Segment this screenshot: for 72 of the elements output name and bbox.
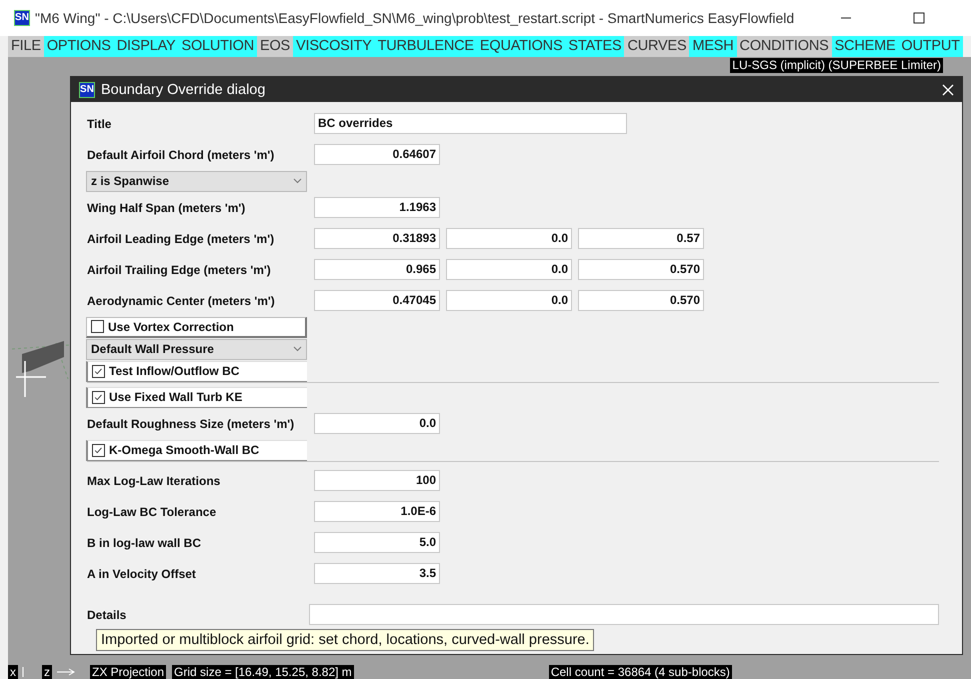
checkbox-square[interactable] (91, 320, 104, 333)
input-field[interactable]: 0.0 (446, 228, 572, 249)
menu-item[interactable]: CURVES (624, 36, 690, 57)
menu-item[interactable]: TURBULENCE (374, 36, 477, 57)
checkbox-square[interactable] (92, 390, 105, 404)
field-label: A in Velocity Offset (87, 566, 197, 580)
menu-item[interactable]: EOS (257, 36, 294, 57)
axis-icon (22, 666, 24, 676)
dialog-title: Boundary Override dialog (101, 82, 266, 98)
field-label: Airfoil Leading Edge (meters 'm') (87, 232, 276, 246)
input-field[interactable]: 0.965 (314, 259, 440, 280)
dropdown[interactable]: Default Wall Pressure (86, 338, 307, 360)
input-field[interactable]: 0.570 (578, 290, 704, 311)
input-field[interactable]: 0.47045 (314, 290, 440, 311)
menu-item[interactable]: VISCOSITY (293, 36, 375, 57)
menu-item[interactable]: DISPLAY (114, 36, 178, 57)
input-field[interactable]: 3.5 (314, 563, 440, 584)
menu-item[interactable]: MESH (689, 36, 737, 57)
chevron-icon (293, 178, 302, 184)
window-title: "M6 Wing" - C:\Users\CFD\Documents\EasyFlowfield_SN\M6_wing\prob\test_restart.script - SmartNumerics EasyFlowfield (35, 10, 796, 26)
menu-item[interactable]: SCHEME (832, 36, 898, 57)
input-field[interactable]: 0.570 (578, 259, 704, 280)
field-label: Default Airfoil Chord (meters 'm') (87, 148, 276, 162)
tooltip: Imported or multiblock airfoil grid: set chord, locations, curved-wall pressure. (96, 629, 594, 651)
field-label: Max Log-Law Iterations (87, 474, 222, 488)
field-label: Airfoil Trailing Edge (meters 'm') (87, 262, 272, 276)
dropdown[interactable]: z is Spanwise (86, 170, 307, 192)
field-label: Aerodynamic Center (meters 'm') (87, 294, 276, 308)
field-label: B in log-law wall BC (87, 536, 202, 550)
grid-size-label: Grid size = [16.49, 15.25, 8.82] m (172, 664, 354, 678)
input-field[interactable]: 0.57 (578, 228, 704, 249)
checkbox[interactable]: Use Vortex Correction (86, 316, 307, 338)
field-label: Log-Law BC Tolerance (87, 504, 218, 518)
input-field[interactable]: 0.64607 (314, 144, 440, 165)
projection-label: ZX Projection (90, 664, 166, 678)
input-field[interactable]: 0.0 (446, 290, 572, 311)
close-icon[interactable] (942, 84, 954, 96)
axis-label: z (42, 664, 52, 678)
checkbox-square[interactable] (92, 364, 105, 378)
field-label: Wing Half Span (meters 'm') (87, 200, 246, 214)
input-field[interactable] (309, 604, 939, 625)
app-logo: SN (14, 10, 30, 26)
menu-item[interactable]: CONDITIONS (736, 36, 832, 57)
cell-count-label: Cell count = 36864 (4 sub-blocks) (548, 664, 732, 678)
input-field[interactable]: 1.0E-6 (314, 501, 440, 522)
input-field[interactable]: 5.0 (314, 532, 440, 553)
menu-item[interactable]: OUTPUT (898, 36, 963, 57)
input-field[interactable]: 0.0 (446, 259, 572, 280)
axis-arrow-icon (56, 668, 76, 676)
scheme-label: LU-SGS (implicit) (SUPERBEE Limiter) (730, 58, 943, 73)
menu-item[interactable]: OPTIONS (44, 36, 114, 57)
checkbox[interactable]: K-Omega Smooth-Wall BC (86, 440, 307, 460)
checkbox[interactable]: Use Fixed Wall Turb KE (86, 386, 307, 408)
menu-item[interactable]: STATES (565, 36, 624, 57)
input-field[interactable]: 1.1963 (314, 197, 440, 218)
input-field[interactable]: 0.0 (314, 413, 440, 434)
checkbox[interactable]: Test Inflow/Outflow BC (86, 360, 307, 382)
wing-drawing (12, 339, 70, 399)
input-field[interactable]: BC overrides (314, 113, 627, 134)
chevron-icon (293, 346, 302, 352)
menu-item[interactable]: FILE (8, 36, 44, 57)
field-label: Default Roughness Size (meters 'm') (87, 416, 296, 430)
menu-item[interactable]: SOLUTION (178, 36, 257, 57)
field-label: Title (87, 116, 112, 130)
input-field[interactable]: 100 (314, 470, 440, 491)
checkbox-square[interactable] (92, 444, 105, 456)
axis-label: x (8, 664, 18, 678)
input-field[interactable]: 0.31893 (314, 228, 440, 249)
menu-item[interactable]: EQUATIONS (476, 36, 566, 57)
dialog-logo: SN (79, 82, 95, 98)
maximize-icon[interactable] (913, 12, 925, 24)
field-label: Details (87, 608, 128, 622)
